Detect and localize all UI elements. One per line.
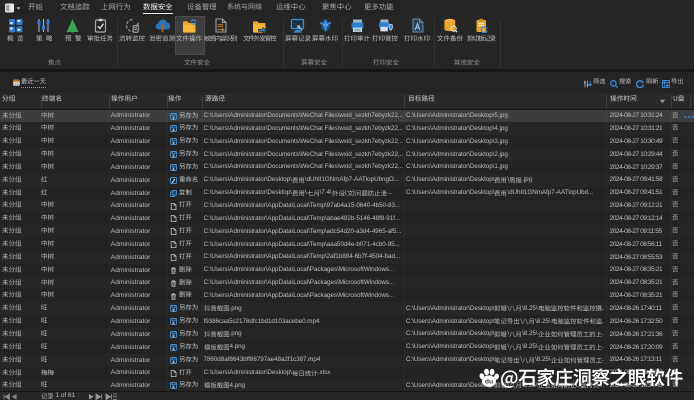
svg-text:du: du — [484, 378, 492, 385]
svg-text:23: 23 — [14, 82, 18, 86]
